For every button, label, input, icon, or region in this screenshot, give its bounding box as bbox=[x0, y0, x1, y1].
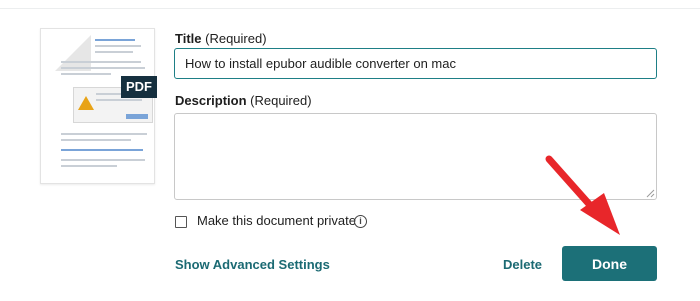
thumb-line bbox=[61, 149, 143, 151]
info-icon[interactable]: i bbox=[354, 215, 367, 228]
advanced-settings-link[interactable]: Show Advanced Settings bbox=[175, 257, 330, 272]
thumb-line bbox=[61, 139, 131, 141]
pdf-badge: PDF bbox=[121, 76, 157, 98]
top-divider bbox=[0, 8, 700, 9]
thumb-line bbox=[95, 45, 141, 47]
done-button[interactable]: Done bbox=[562, 246, 657, 281]
thumb-line bbox=[95, 51, 133, 53]
description-textarea[interactable] bbox=[174, 113, 657, 200]
warning-icon bbox=[78, 96, 94, 110]
description-label-text: Description bbox=[175, 93, 247, 108]
description-required-hint: (Required) bbox=[250, 93, 312, 108]
thumb-line bbox=[61, 61, 141, 63]
title-required-hint: (Required) bbox=[205, 31, 267, 46]
private-checkbox-label: Make this document private bbox=[197, 213, 356, 228]
resize-grip-icon[interactable] bbox=[646, 189, 655, 198]
title-label-text: Title bbox=[175, 31, 202, 46]
delete-button[interactable]: Delete bbox=[503, 257, 542, 272]
thumb-line bbox=[61, 133, 147, 135]
title-input[interactable] bbox=[174, 48, 657, 79]
page-fold bbox=[55, 35, 91, 71]
thumb-line bbox=[61, 165, 117, 167]
thumb-line bbox=[95, 39, 135, 41]
document-thumbnail bbox=[40, 28, 155, 184]
thumbnail-page bbox=[55, 35, 155, 183]
thumb-button bbox=[126, 114, 148, 119]
description-label: Description (Required) bbox=[175, 93, 312, 108]
title-label: Title (Required) bbox=[175, 31, 267, 46]
thumb-line bbox=[61, 159, 145, 161]
thumb-line bbox=[96, 99, 142, 101]
private-checkbox[interactable] bbox=[175, 216, 187, 228]
thumb-line bbox=[61, 73, 111, 75]
thumb-line bbox=[61, 67, 145, 69]
